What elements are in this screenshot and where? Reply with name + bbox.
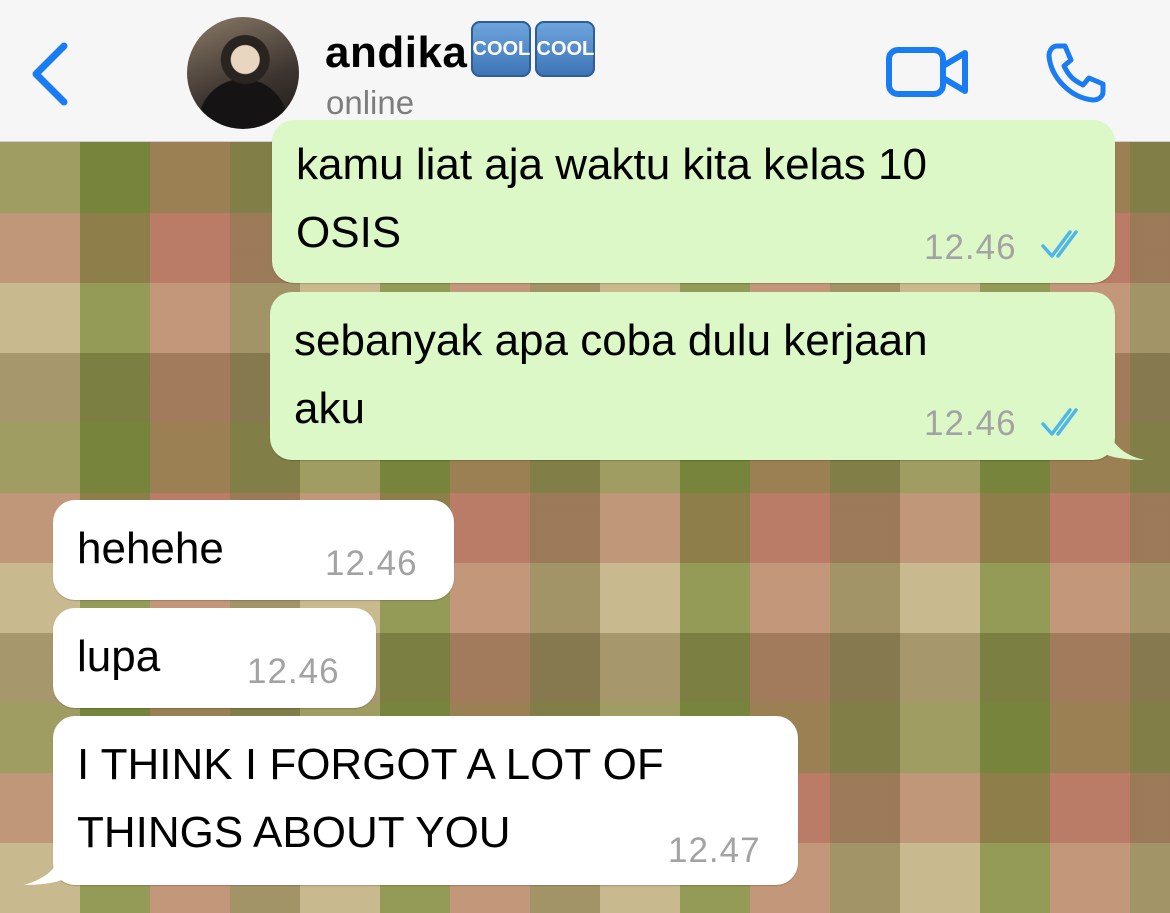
message-text: lupa bbox=[77, 632, 161, 681]
contact-name-row[interactable]: andika COOL COOL bbox=[325, 21, 596, 78]
message-time: 12.46 bbox=[924, 404, 1017, 443]
message-text: I THINK I FORGOT A LOT OF bbox=[77, 740, 664, 789]
message-bubble-incoming[interactable]: I THINK I FORGOT A LOT OF THINGS ABOUT Y… bbox=[53, 716, 798, 885]
message-text: aku bbox=[294, 384, 365, 433]
contact-name: andika bbox=[325, 28, 468, 77]
message-bubble-outgoing[interactable]: sebanyak apa coba dulu kerjaan aku 12.46 bbox=[270, 292, 1115, 460]
cool-emoji-icon: COOL bbox=[535, 21, 596, 77]
message-time: 12.46 bbox=[924, 228, 1017, 267]
message-text: OSIS bbox=[296, 208, 402, 257]
video-camera-icon[interactable] bbox=[885, 44, 969, 100]
message-time: 12.46 bbox=[247, 652, 340, 691]
message-bubble-incoming[interactable]: lupa 12.46 bbox=[53, 608, 376, 708]
bubble-tail bbox=[1105, 420, 1145, 460]
message-text: hehehe bbox=[77, 524, 224, 573]
bubble-tail bbox=[24, 845, 64, 885]
message-text: sebanyak apa coba dulu kerjaan bbox=[294, 316, 928, 365]
read-receipt-icon bbox=[1041, 230, 1078, 258]
cool-emoji-icon: COOL bbox=[471, 21, 532, 77]
phone-icon[interactable] bbox=[1043, 40, 1109, 106]
message-bubble-incoming[interactable]: hehehe 12.46 bbox=[53, 500, 454, 600]
message-text: kamu liat aja waktu kita kelas 10 bbox=[296, 140, 927, 189]
read-receipt-icon bbox=[1041, 408, 1078, 436]
message-text: THINGS ABOUT YOU bbox=[77, 808, 511, 857]
message-time: 12.46 bbox=[325, 544, 418, 583]
avatar[interactable] bbox=[187, 17, 299, 129]
message-time: 12.47 bbox=[668, 831, 761, 870]
chevron-left-icon[interactable] bbox=[28, 40, 72, 108]
message-bubble-outgoing[interactable]: kamu liat aja waktu kita kelas 10 OSIS 1… bbox=[272, 120, 1115, 283]
contact-status: online bbox=[326, 84, 415, 121]
